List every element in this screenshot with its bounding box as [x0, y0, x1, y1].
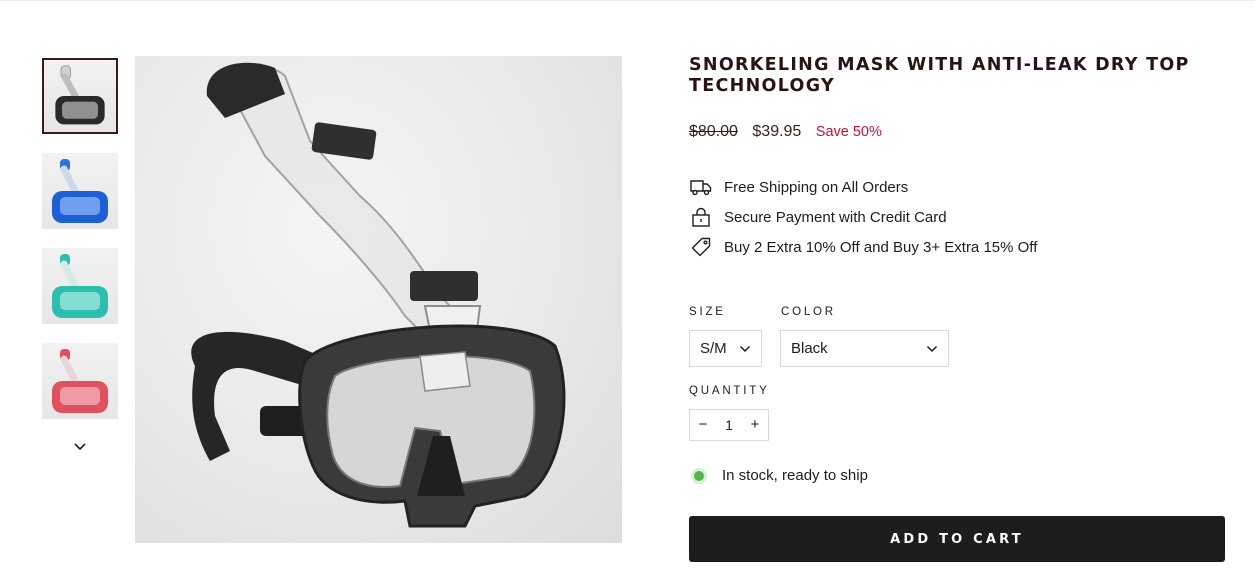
thumbnail-black[interactable]: [42, 58, 118, 134]
chevron-down-icon: [926, 345, 938, 352]
save-badge: Save 50%: [815, 124, 882, 140]
snorkel-mask-illustration: [191, 62, 566, 528]
quantity-label: QUANTITY: [689, 385, 770, 397]
color-select-value: Black: [791, 340, 828, 357]
in-stock-dot-icon: [694, 470, 704, 481]
mask-thumbnail-image: [52, 159, 108, 223]
perk-item: Secure Payment with Credit Card: [690, 202, 1037, 232]
perk-item: Free Shipping on All Orders: [690, 172, 1037, 202]
color-label: COLOR: [781, 306, 836, 318]
stock-status: In stock, ready to ship: [694, 467, 868, 484]
compare-at-price: $80.00: [689, 123, 738, 140]
truck-icon: [690, 177, 712, 197]
quantity-value[interactable]: 1: [719, 417, 739, 433]
thumbnail-red[interactable]: [42, 343, 118, 419]
quantity-stepper: − 1 +: [689, 409, 769, 441]
color-select[interactable]: Black: [780, 330, 949, 367]
add-to-cart-button[interactable]: ADD TO CART: [689, 516, 1225, 562]
thumbnail-blue[interactable]: [42, 153, 118, 229]
sale-price: $39.95: [752, 123, 802, 140]
perk-item: Buy 2 Extra 10% Off and Buy 3+ Extra 15%…: [690, 232, 1037, 262]
tag-icon: [690, 237, 712, 257]
perk-text: Buy 2 Extra 10% Off and Buy 3+ Extra 15%…: [724, 238, 1038, 256]
mask-thumbnail-image: [52, 349, 108, 413]
quantity-decrease-button[interactable]: −: [690, 410, 716, 440]
size-label: SIZE: [689, 306, 726, 318]
perk-text: Free Shipping on All Orders: [724, 178, 909, 196]
price-row: $80.00 $39.95 Save 50%: [689, 123, 882, 141]
perk-list: Free Shipping on All Orders Secure Payme…: [690, 172, 1037, 262]
lock-icon: [690, 207, 712, 227]
mask-thumbnail-image: [52, 254, 108, 318]
chevron-down-icon[interactable]: [72, 440, 88, 454]
quantity-increase-button[interactable]: +: [742, 410, 768, 440]
stock-text: In stock, ready to ship: [722, 467, 868, 484]
chevron-down-icon: [739, 345, 751, 352]
perk-text: Secure Payment with Credit Card: [724, 208, 947, 226]
product-title: SNORKELING MASK WITH ANTI-LEAK DRY TOP T…: [689, 55, 1190, 96]
main-product-image[interactable]: [135, 56, 622, 543]
size-select[interactable]: S/M: [689, 330, 762, 367]
thumbnail-teal[interactable]: [42, 248, 118, 324]
size-select-value: S/M: [700, 340, 727, 357]
mask-thumbnail-image: [55, 65, 105, 125]
header-divider: [0, 0, 1255, 1]
